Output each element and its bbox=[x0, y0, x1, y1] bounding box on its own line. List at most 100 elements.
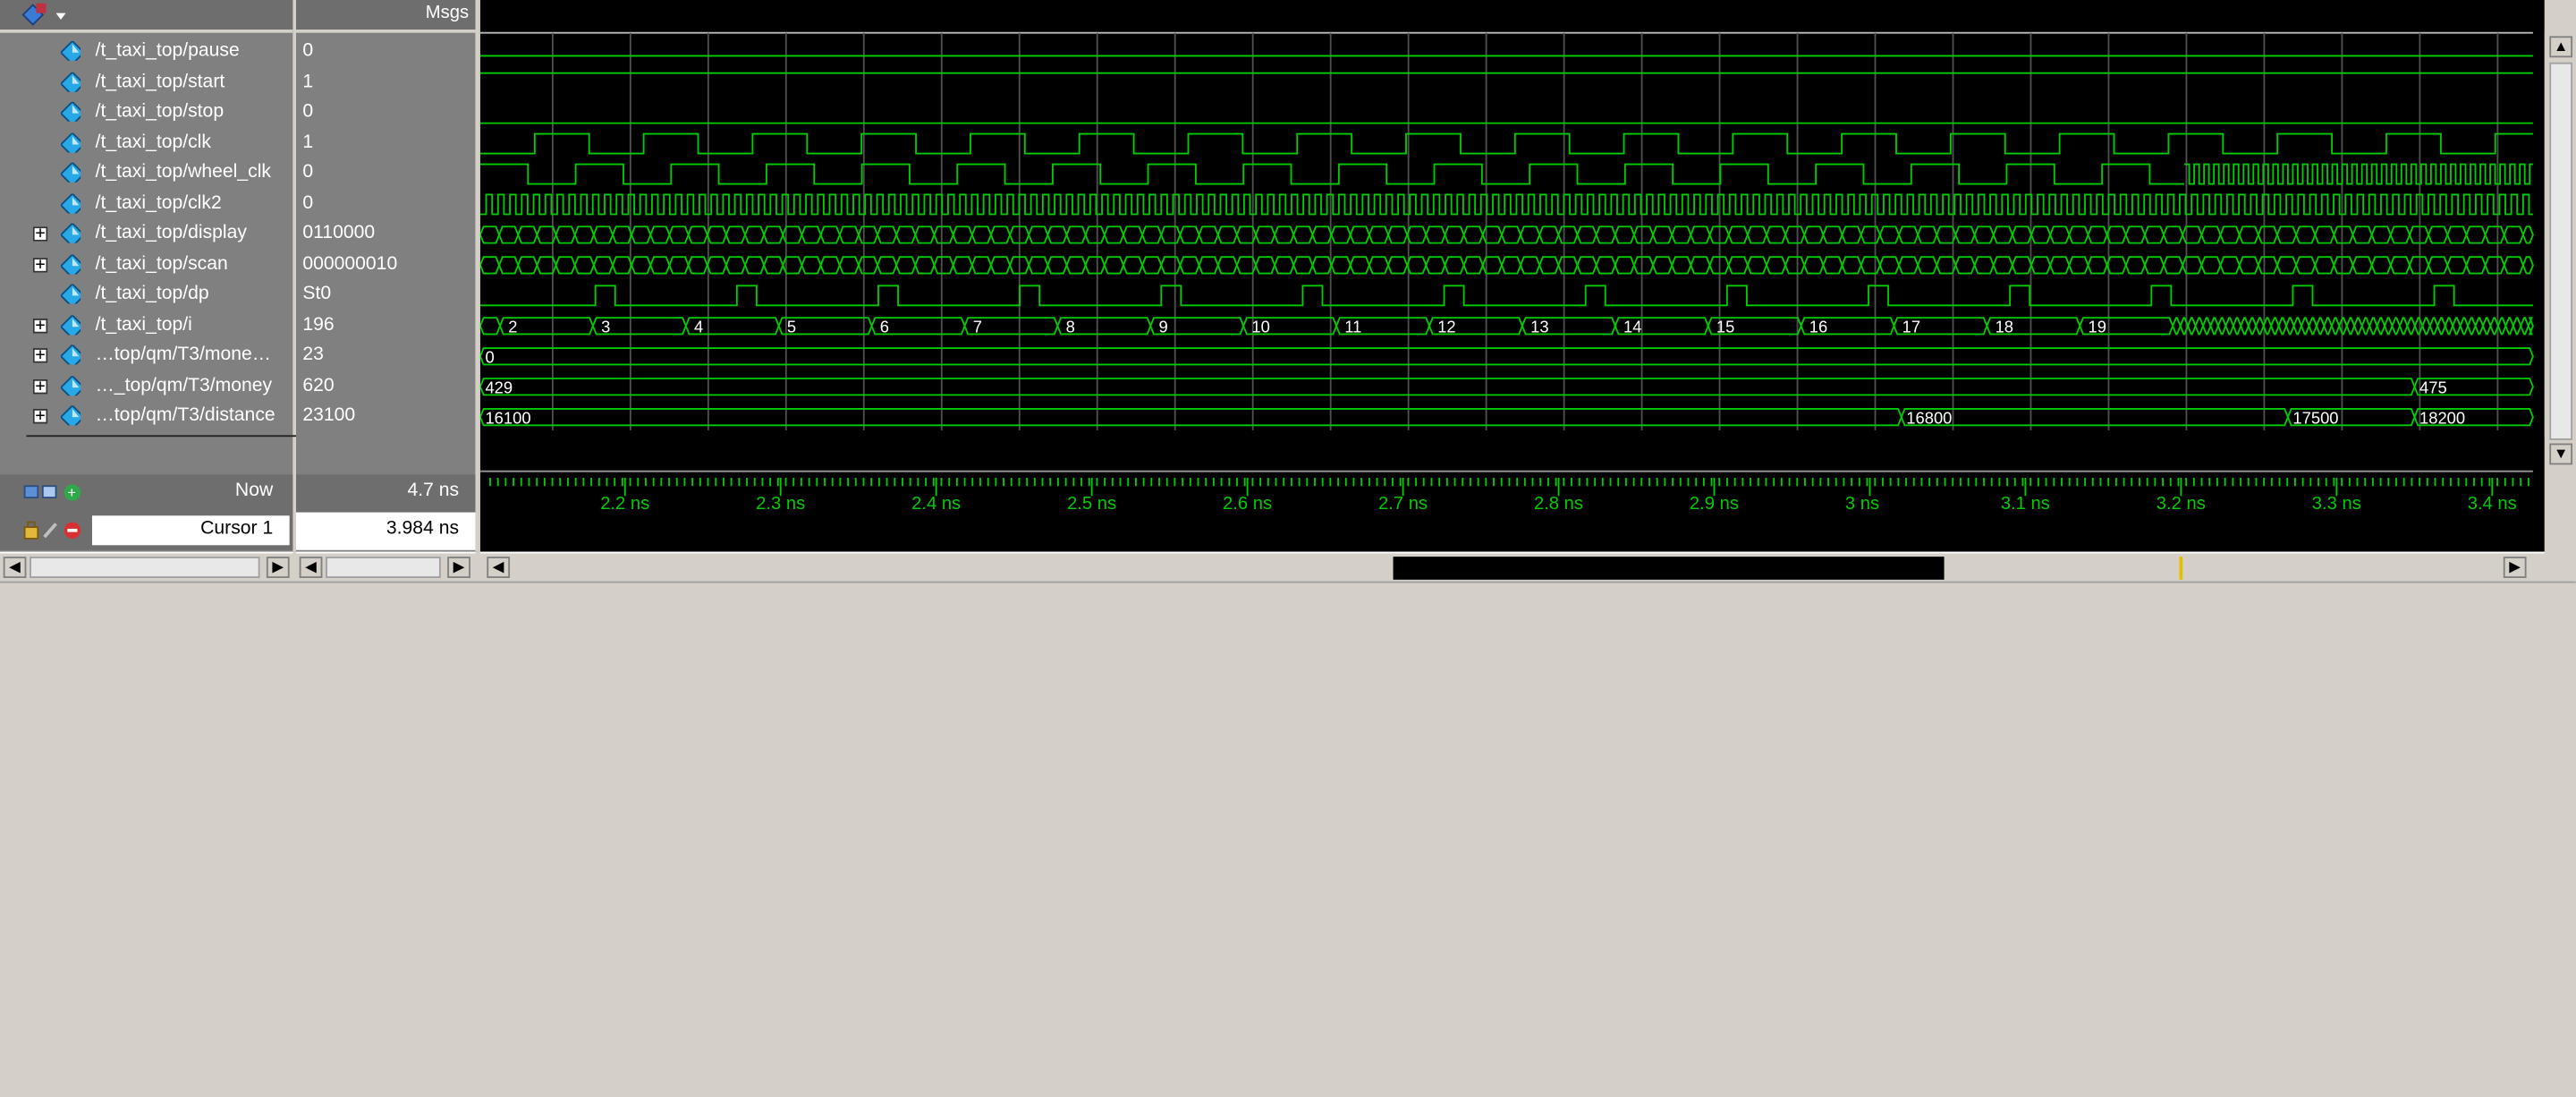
scroll-right-button[interactable]: ▶ bbox=[2503, 557, 2527, 578]
scroll-right-button[interactable]: ▶ bbox=[266, 557, 290, 578]
signal-value: 1 bbox=[302, 71, 314, 91]
msgs-label: Msgs bbox=[425, 3, 470, 23]
bus-display-segment bbox=[2068, 225, 2089, 244]
bus-scan-segment bbox=[1973, 256, 1995, 275]
bus-display-segment bbox=[1690, 225, 1711, 244]
vscroll-thumb[interactable] bbox=[2549, 62, 2573, 440]
bus-scan-segment bbox=[970, 256, 992, 275]
scroll-left-button[interactable]: ◀ bbox=[299, 557, 323, 578]
scroll-left-button[interactable]: ◀ bbox=[3, 557, 27, 578]
bus-display-segment bbox=[2182, 225, 2203, 244]
scroll-thumb[interactable] bbox=[30, 557, 260, 578]
bus-display-segment bbox=[1216, 225, 1238, 244]
bus-display-segment bbox=[2333, 225, 2354, 244]
bus-i-fast-segment bbox=[2444, 317, 2454, 336]
signal-row[interactable]: /t_taxi_top/clk bbox=[0, 129, 292, 159]
bus-scan-segment bbox=[1727, 256, 1749, 275]
bus-scan-segment bbox=[2295, 256, 2317, 275]
bus-i-fast-segment bbox=[2277, 317, 2288, 336]
lock-cursor-icon[interactable] bbox=[23, 519, 89, 542]
signal-value: 0 bbox=[302, 162, 314, 183]
bus-distance-label: 17500 bbox=[2292, 408, 2338, 427]
signal-row[interactable]: /t_taxi_top/start bbox=[0, 68, 292, 98]
signal-name: …top/qm/T3/mone… bbox=[95, 344, 271, 365]
bus-i-label: 8 bbox=[1066, 318, 1075, 336]
signal-row[interactable]: + /t_taxi_top/display bbox=[0, 220, 292, 251]
wave-clk bbox=[479, 132, 2533, 155]
bus-display-segment bbox=[498, 225, 520, 244]
signal-row[interactable]: + /t_taxi_top/scan bbox=[0, 251, 292, 281]
cursor-label: Cursor 1 bbox=[200, 518, 274, 539]
bus-scan-segment bbox=[1084, 256, 1106, 275]
expand-icon[interactable]: + bbox=[32, 408, 48, 424]
wave-hscrollbar[interactable]: ◀ ▶ bbox=[479, 551, 2545, 583]
signal-names-pane[interactable]: /t_taxi_top/pause/t_taxi_top/start/t_tax… bbox=[0, 0, 470, 552]
expand-icon[interactable]: + bbox=[32, 378, 48, 394]
scroll-down-button[interactable]: ▼ bbox=[2549, 443, 2573, 465]
bus-display-segment bbox=[2465, 225, 2487, 244]
expand-icon[interactable]: + bbox=[32, 347, 48, 363]
bus-scan-segment bbox=[1614, 256, 1635, 275]
signal-row[interactable]: + …top/qm/T3/distance bbox=[0, 403, 292, 433]
signal-row[interactable]: /t_taxi_top/pause bbox=[0, 38, 292, 68]
timeline-tick-label: 3.2 ns bbox=[2157, 494, 2206, 514]
bus-i-fast-segment bbox=[2428, 317, 2439, 336]
bus-i-label: 15 bbox=[1716, 318, 1734, 336]
signal-row[interactable]: /t_taxi_top/stop bbox=[0, 98, 292, 129]
wave-scroll-thumb[interactable] bbox=[1393, 557, 1945, 580]
add-cursor-icon[interactable]: + bbox=[23, 481, 89, 505]
scroll-left-button[interactable]: ◀ bbox=[487, 557, 511, 578]
waveform-pane[interactable]: 2 3 4 5 6 7 8 9 10 11 12 13 14 15 16 17 18 19 0 429 475 16100… bbox=[479, 0, 2545, 552]
signal-row[interactable]: /t_taxi_top/wheel_clk bbox=[0, 159, 292, 190]
bus-display-segment bbox=[1160, 225, 1182, 244]
wave-object-icon[interactable] bbox=[20, 2, 69, 28]
values-hscrollbar[interactable]: ◀ ▶ bbox=[296, 551, 476, 583]
wave-vscrollbar[interactable]: ▲ ▼ bbox=[2544, 0, 2576, 552]
bus-display-segment bbox=[1330, 225, 1352, 244]
bus-display-segment bbox=[857, 225, 879, 244]
signal-row[interactable]: + …_top/qm/T3/money bbox=[0, 372, 292, 403]
expand-icon[interactable]: + bbox=[32, 225, 48, 242]
bus-display-segment bbox=[1917, 225, 1938, 244]
bus-display-segment bbox=[895, 225, 917, 244]
expand-icon[interactable]: + bbox=[32, 317, 48, 334]
bus-display-segment bbox=[2087, 225, 2108, 244]
expand-icon[interactable]: + bbox=[32, 256, 48, 273]
bus-display-segment bbox=[1274, 225, 1295, 244]
cursor-name-box[interactable]: Cursor 1 bbox=[91, 515, 290, 546]
scroll-right-button[interactable]: ▶ bbox=[447, 557, 470, 578]
bus-display-segment bbox=[2143, 225, 2165, 244]
signal-name: /t_taxi_top/display bbox=[95, 223, 247, 243]
signal-diamond-icon bbox=[61, 132, 81, 152]
bus-scan-segment bbox=[1690, 256, 1711, 275]
signal-values-pane[interactable]: Msgs 0 1 0 1 0 0 0110000 000000010 St0 196 23 620 23… bbox=[296, 0, 479, 552]
bus-scan-segment bbox=[1520, 256, 1541, 275]
bus-display-segment bbox=[1652, 225, 1674, 244]
signal-row[interactable]: /t_taxi_top/dp bbox=[0, 281, 292, 311]
signal-value: 620 bbox=[302, 375, 335, 395]
bus-display-segment bbox=[2219, 225, 2241, 244]
bus-display-segment bbox=[1784, 225, 1806, 244]
bus-i-fast-segment bbox=[2436, 317, 2446, 336]
bus-money-segment bbox=[479, 378, 2416, 396]
now-label: Now bbox=[234, 480, 274, 501]
bus-scan-segment bbox=[1425, 256, 1446, 275]
signal-row[interactable]: + …top/qm/T3/mone… bbox=[0, 342, 292, 372]
bus-scan-segment bbox=[1595, 256, 1616, 275]
names-hscrollbar[interactable]: ◀ ▶ bbox=[0, 551, 293, 583]
bus-scan-segment bbox=[649, 256, 671, 275]
signal-value: 000000010 bbox=[302, 253, 398, 274]
bus-display-segment bbox=[1632, 225, 1655, 244]
bus-scan-segment bbox=[1538, 256, 1560, 275]
signal-diamond-icon bbox=[61, 344, 81, 365]
signal-row[interactable]: /t_taxi_top/clk2 bbox=[0, 190, 292, 220]
bus-display-segment bbox=[2257, 225, 2278, 244]
signal-row[interactable]: + /t_taxi_top/i bbox=[0, 311, 292, 342]
signal-value: 0 bbox=[302, 192, 314, 213]
bus-scan-segment bbox=[1765, 256, 1787, 275]
bus-display-segment bbox=[1746, 225, 1767, 244]
waveform-canvas[interactable]: 2 3 4 5 6 7 8 9 10 11 12 13 14 15 16 17 18 19 0 429 475 16100… bbox=[479, 0, 2545, 552]
scroll-up-button[interactable]: ▲ bbox=[2549, 36, 2573, 58]
scroll-thumb[interactable] bbox=[326, 557, 441, 578]
bus-scan-segment bbox=[1652, 256, 1674, 275]
